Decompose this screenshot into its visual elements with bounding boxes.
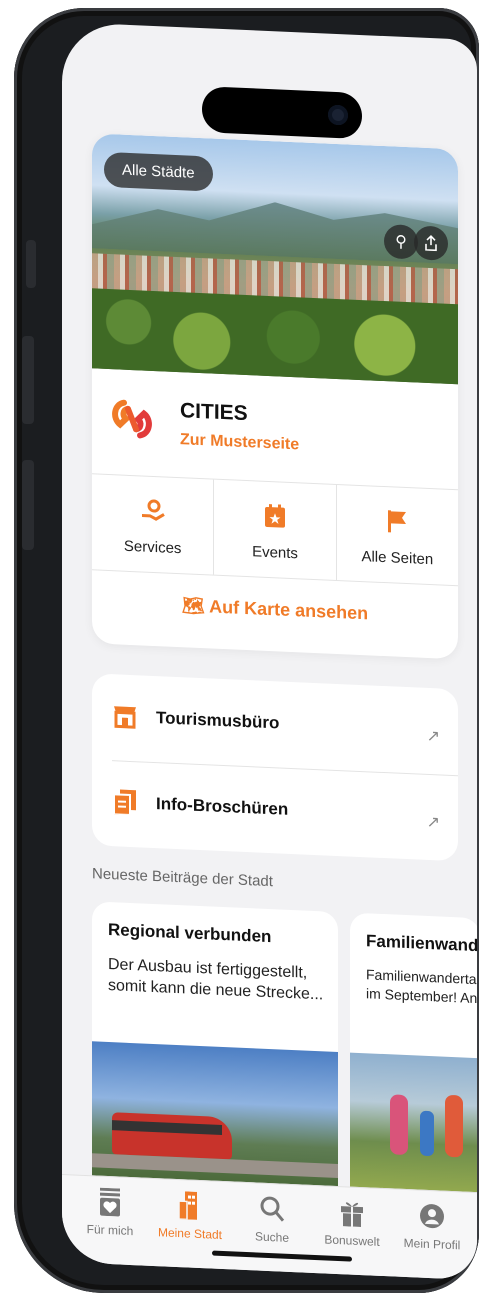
sample-page-link[interactable]: Zur Musterseite bbox=[180, 431, 299, 454]
events-label: Events bbox=[252, 543, 298, 563]
app-screen: Alle Städte ⚲ CITIES Zur Musterseite Ser… bbox=[62, 22, 477, 1281]
services-label: Services bbox=[123, 537, 182, 558]
view-on-map-button[interactable]: 🗺︎ Auf Karte ansehen bbox=[92, 591, 458, 628]
tab-label: Bonuswelt bbox=[324, 1232, 380, 1249]
documents-icon bbox=[113, 789, 136, 816]
tab-search[interactable]: Suche bbox=[232, 1192, 312, 1245]
links-card: Tourismusbüro ↗ Info-Broschüren ↗ bbox=[92, 673, 458, 862]
all-pages-button[interactable]: Alle Seiten bbox=[337, 485, 458, 585]
search-icon bbox=[260, 1196, 285, 1222]
building-icon bbox=[178, 1191, 197, 1221]
search-button[interactable]: ⚲ bbox=[384, 224, 418, 260]
profile-icon bbox=[420, 1204, 444, 1229]
post-excerpt-line: im September! Anm bbox=[366, 985, 477, 1007]
store-icon bbox=[114, 706, 136, 729]
tab-label: Suche bbox=[254, 1229, 290, 1245]
dynamic-island bbox=[202, 86, 362, 140]
info-brochures-label: Info-Broschüren bbox=[156, 794, 289, 819]
tab-bonus-world[interactable]: Bonuswelt bbox=[312, 1196, 392, 1249]
side-button-volume-down bbox=[22, 460, 34, 550]
all-pages-label: Alle Seiten bbox=[361, 548, 434, 569]
post-title: Regional verbunden bbox=[108, 920, 272, 947]
tourism-office-link[interactable]: Tourismusbüro ↗ bbox=[92, 673, 458, 777]
all-cities-button[interactable]: Alle Städte bbox=[104, 151, 213, 192]
tourism-office-label: Tourismusbüro bbox=[156, 708, 280, 733]
services-button[interactable]: Services bbox=[92, 474, 215, 575]
bottom-tab-bar: Für mich Meine Stadt Suche Bonuswelt Mei… bbox=[62, 1174, 477, 1281]
cities-logo bbox=[112, 399, 152, 439]
tab-label: Meine Stadt bbox=[157, 1225, 223, 1242]
city-card: Alle Städte ⚲ CITIES Zur Musterseite Ser… bbox=[92, 133, 458, 660]
gift-icon bbox=[341, 1202, 363, 1228]
tab-label: Für mich bbox=[86, 1222, 134, 1239]
latest-posts-heading: Neueste Beiträge der Stadt bbox=[92, 865, 273, 891]
calendar-star-icon bbox=[262, 504, 288, 529]
share-icon bbox=[425, 234, 437, 252]
post-card-regional[interactable]: Regional verbunden Der Ausbau ist fertig… bbox=[92, 901, 338, 1213]
events-button[interactable]: Events bbox=[214, 479, 337, 580]
tab-my-profile[interactable]: Mein Profil bbox=[392, 1199, 472, 1252]
flag-icon bbox=[384, 509, 410, 534]
post-title: Familienwandert bbox=[366, 931, 477, 957]
post-excerpt: Der Ausbau ist fertiggestellt, somit kan… bbox=[108, 954, 323, 1005]
external-link-icon: ↗ bbox=[426, 813, 440, 832]
post-excerpt: Familienwandertag im September! Anm bbox=[366, 965, 477, 1008]
city-hero-image: Alle Städte ⚲ bbox=[92, 133, 458, 385]
map-icon: 🗺︎ bbox=[181, 595, 205, 617]
hand-gear-icon bbox=[140, 498, 166, 523]
search-icon: ⚲ bbox=[395, 233, 407, 252]
city-name: CITIES bbox=[180, 399, 248, 426]
post-card-family-hike[interactable]: Familienwandert Familienwandertag im Sep… bbox=[350, 912, 477, 1219]
view-on-map-label: Auf Karte ansehen bbox=[209, 596, 369, 624]
camera-icon bbox=[328, 104, 348, 126]
tab-label: Mein Profil bbox=[403, 1235, 461, 1253]
info-brochures-link[interactable]: Info-Broschüren ↗ bbox=[92, 759, 458, 859]
heart-box-icon bbox=[100, 1187, 120, 1217]
side-button-mute bbox=[26, 240, 36, 288]
side-button-volume-up bbox=[22, 336, 34, 424]
share-button[interactable] bbox=[414, 225, 448, 261]
tab-for-me[interactable]: Für mich bbox=[70, 1185, 150, 1238]
quick-actions: Services Events Alle Seiten bbox=[92, 473, 458, 587]
tab-my-city[interactable]: Meine Stadt bbox=[150, 1189, 230, 1242]
external-link-icon: ↗ bbox=[426, 727, 440, 746]
